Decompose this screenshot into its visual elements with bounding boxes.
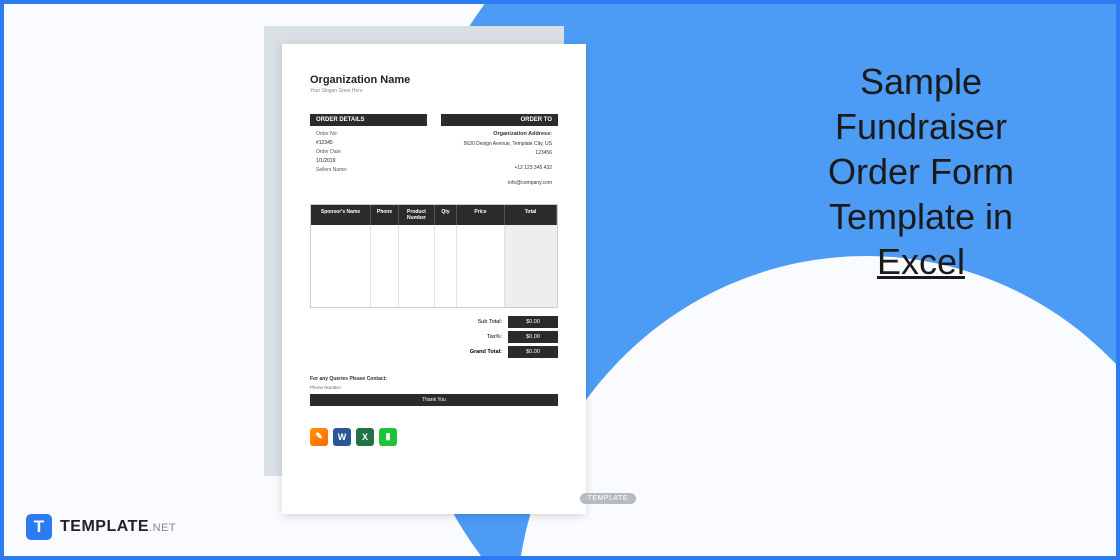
col-product: Product Number xyxy=(399,205,435,225)
subtotal-value: $0.00 xyxy=(508,316,558,328)
title-line: Sample xyxy=(860,61,982,102)
subtotal-row: Sub Total: $0.00 xyxy=(310,316,558,328)
order-table: Sponsor's Name Phone Product Number Qty … xyxy=(310,204,558,308)
phone-label: Phone Number: xyxy=(310,385,558,390)
document-page: Organization Name Your Slogan Goes Here … xyxy=(282,44,586,514)
org-phone: +12 123 345 432 xyxy=(447,164,552,173)
org-address-label: Organization Address: xyxy=(447,130,552,140)
order-details-header: ORDER DETAILS xyxy=(310,114,427,126)
document-preview: Organization Name Your Slogan Goes Here … xyxy=(264,26,586,514)
tax-label: Tax%: xyxy=(453,334,508,340)
order-to-section: ORDER TO Organization Address: 5630 Desi… xyxy=(441,114,558,192)
org-address: 5630 Design Avenue, Template City, US 12… xyxy=(447,140,552,158)
template-badge: TEMPLATE xyxy=(580,493,636,504)
grand-row: Grand Total: $0.00 xyxy=(310,346,558,358)
col-phone: Phone xyxy=(371,205,399,225)
title-line: Template in xyxy=(829,196,1013,237)
order-details-section: ORDER DETAILS Order No: #12345 Order Dat… xyxy=(310,114,427,192)
numbers-icon: ▮ xyxy=(379,428,397,446)
col-qty: Qty xyxy=(435,205,457,225)
subtotal-label: Sub Total: xyxy=(453,319,508,325)
template-card: Sample Fundraiser Order Form Template in… xyxy=(0,0,1120,560)
order-to-body: Organization Address: 5630 Design Avenue… xyxy=(441,126,558,192)
col-sponsor: Sponsor's Name xyxy=(311,205,371,225)
order-details-body: Order No: #12345 Order Date 1/1/2019 Sel… xyxy=(310,126,427,179)
contact-label: For any Queries Please Contact: xyxy=(310,376,558,382)
grand-label: Grand Total: xyxy=(453,349,508,355)
title-line: Order Form xyxy=(828,151,1014,192)
table-body xyxy=(311,225,557,307)
page-title: Sample Fundraiser Order Form Template in… xyxy=(781,59,1061,284)
order-no-label: Order No: xyxy=(316,130,421,139)
pages-icon: ✎ xyxy=(310,428,328,446)
sellers-label: Sellers Name: xyxy=(316,166,421,175)
logo-text: TEMPLATE.NET xyxy=(60,518,176,536)
app-icons-row: ✎ W X ▮ xyxy=(310,428,558,446)
brand-logo[interactable]: T TEMPLATE.NET xyxy=(26,514,176,540)
slogan: Your Slogan Goes Here xyxy=(310,88,558,94)
thank-you-bar: Thank You xyxy=(310,394,558,406)
order-to-header: ORDER TO xyxy=(441,114,558,126)
title-excel: Excel xyxy=(877,241,965,282)
table-header: Sponsor's Name Phone Product Number Qty … xyxy=(311,205,557,225)
excel-icon: X xyxy=(356,428,374,446)
org-email: info@company.com xyxy=(447,179,552,188)
order-date-value: 1/1/2019 xyxy=(316,157,421,166)
grand-value: $0.00 xyxy=(508,346,558,358)
order-sections: ORDER DETAILS Order No: #12345 Order Dat… xyxy=(310,114,558,192)
org-name: Organization Name xyxy=(310,74,558,86)
totals-block: Sub Total: $0.00 Tax%: $0.00 Grand Total… xyxy=(310,316,558,358)
word-icon: W xyxy=(333,428,351,446)
tax-value: $0.00 xyxy=(508,331,558,343)
col-total: Total xyxy=(505,205,557,225)
order-no-value: #12345 xyxy=(316,139,421,148)
brand-tld: .NET xyxy=(149,522,176,534)
order-date-label: Order Date xyxy=(316,148,421,157)
col-price: Price xyxy=(457,205,505,225)
brand-name: TEMPLATE xyxy=(60,518,149,535)
title-line: Fundraiser xyxy=(835,106,1007,147)
tax-row: Tax%: $0.00 xyxy=(310,331,558,343)
logo-mark-icon: T xyxy=(26,514,52,540)
